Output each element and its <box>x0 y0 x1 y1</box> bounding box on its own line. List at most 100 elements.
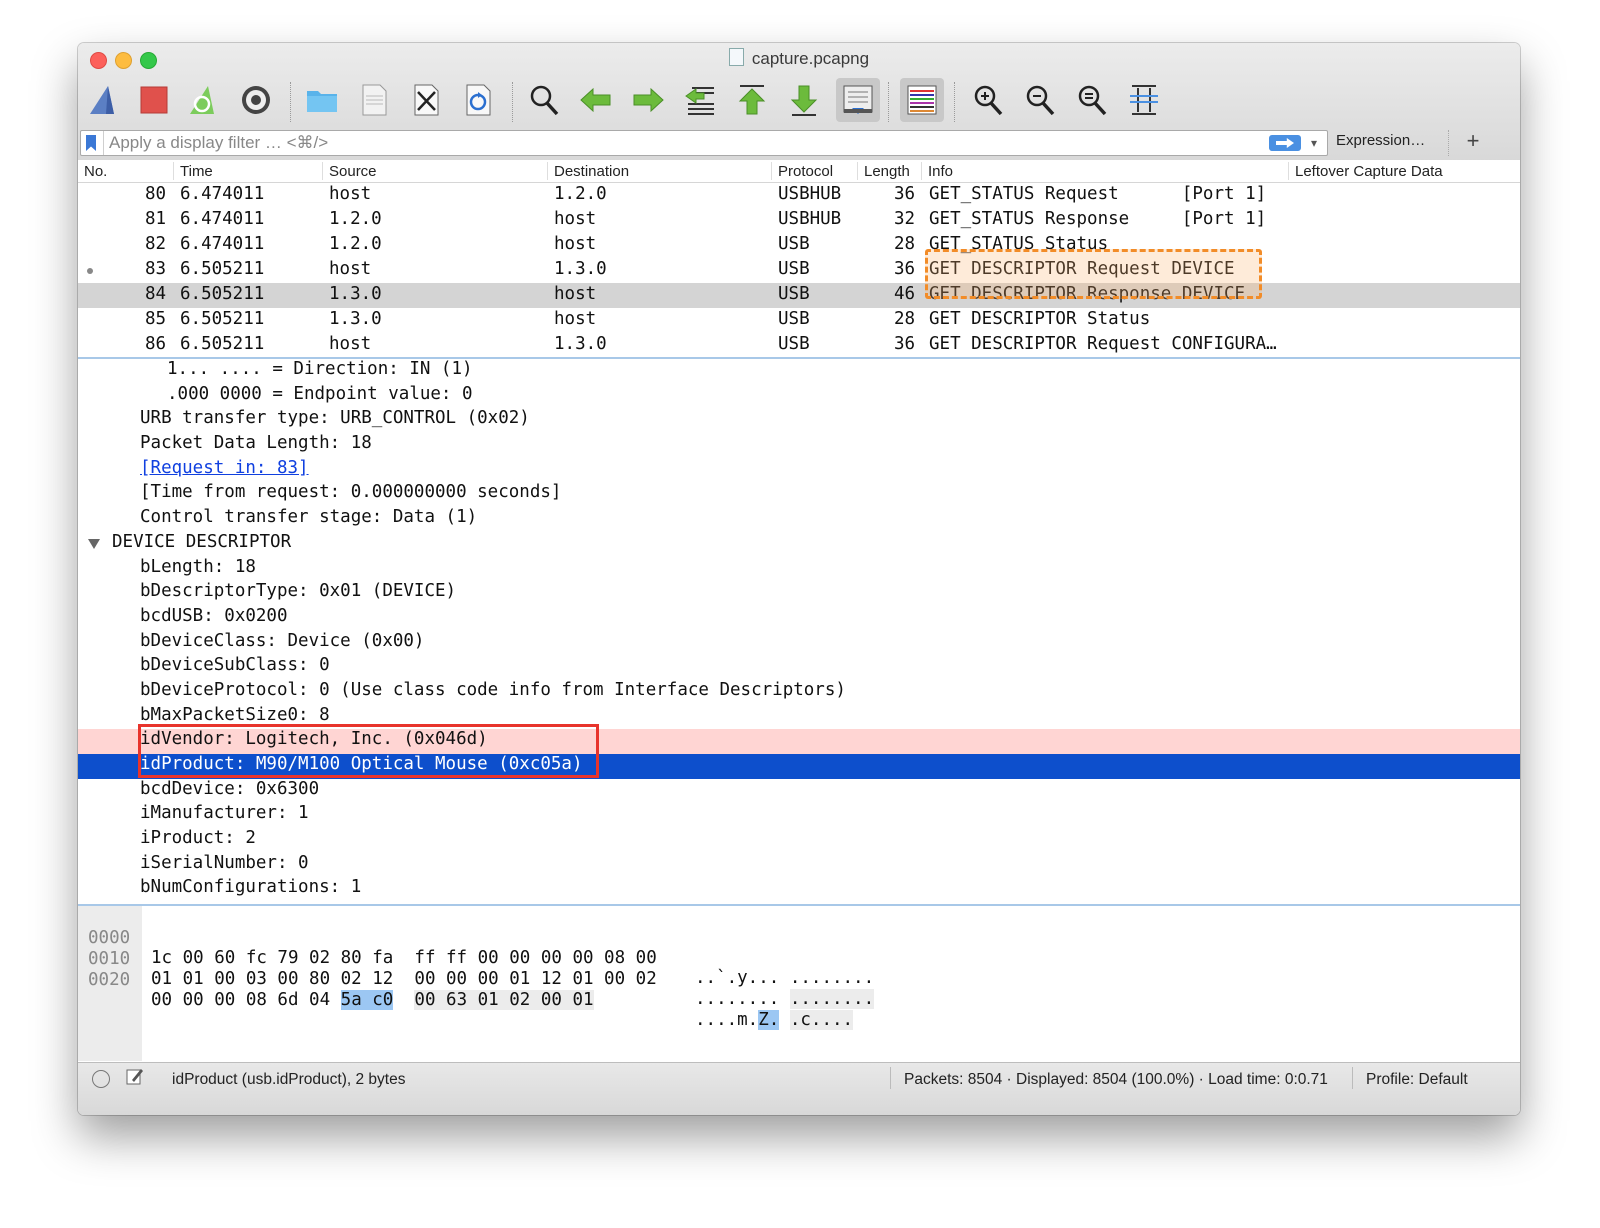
column-header-leftover[interactable]: Leftover Capture Data <box>1295 163 1443 180</box>
display-filter-input[interactable] <box>109 132 1209 154</box>
go-forward-button[interactable] <box>628 78 668 122</box>
packet-no: 86 <box>145 334 167 354</box>
save-file-button[interactable] <box>354 78 394 122</box>
packet-details-tree: 1... .... = Direction: IN (1) .000 0000 … <box>78 359 1520 906</box>
stop-capture-icon <box>140 86 168 114</box>
main-toolbar <box>78 78 1520 128</box>
hex-bytes: 00 00 00 08 6d 04 5a c0 00 63 01 02 00 0… <box>151 990 594 1010</box>
detail-line[interactable]: Control transfer stage: Data (1) <box>78 507 1520 532</box>
go-to-packet-button[interactable] <box>680 78 720 122</box>
bookmark-icon[interactable] <box>86 135 96 151</box>
packet-source: 1.2.0 <box>329 209 382 229</box>
apply-filter-arrow-icon[interactable] <box>1269 135 1301 151</box>
window-title: capture.pcapng <box>78 48 1520 69</box>
packet-row-selected[interactable]: 84 6.505211 1.3.0 host USB 46 GET DESCRI… <box>78 283 1520 308</box>
autoscroll-button[interactable] <box>836 78 880 122</box>
column-header-source[interactable]: Source <box>329 163 377 180</box>
expert-info-icon[interactable] <box>92 1070 110 1088</box>
zoom-out-button[interactable] <box>1020 78 1060 122</box>
zoom-reset-button[interactable] <box>1072 78 1112 122</box>
open-file-button[interactable] <box>302 78 342 122</box>
go-first-button[interactable] <box>732 78 772 122</box>
resize-columns-button[interactable] <box>1124 78 1164 122</box>
detail-line[interactable]: bcdDevice: 0x6300 <box>78 779 1520 804</box>
go-back-button[interactable] <box>576 78 616 122</box>
packet-no: 85 <box>145 309 167 329</box>
packet-protocol: USB <box>778 284 810 304</box>
device-descriptor-node[interactable]: DEVICE DESCRIPTOR <box>78 532 1520 557</box>
detail-line[interactable]: [Time from request: 0.000000000 seconds] <box>78 482 1520 507</box>
profile-selector[interactable]: Profile: Default <box>1366 1071 1468 1089</box>
packet-list: No. Time Source Destination Protocol Len… <box>78 160 1520 359</box>
detail-text: bLength: 18 <box>140 556 256 577</box>
hex-row[interactable]: 0010 01 01 00 03 00 80 02 12 00 00 00 01… <box>78 929 875 1009</box>
detail-line[interactable]: Packet Data Length: 18 <box>78 433 1520 458</box>
packet-row[interactable]: 82 6.474011 1.2.0 host USB 28 GET_STATUS… <box>78 233 1520 258</box>
stop-capture-button[interactable] <box>134 78 174 122</box>
column-header-info[interactable]: Info <box>928 163 953 180</box>
packet-length: 28 <box>894 234 916 254</box>
packet-time: 6.474011 <box>180 184 265 204</box>
reload-file-button[interactable] <box>458 78 498 122</box>
detail-line[interactable]: bcdUSB: 0x0200 <box>78 606 1520 631</box>
zoom-in-button[interactable] <box>968 78 1008 122</box>
detail-line[interactable]: bNumConfigurations: 1 <box>78 877 1520 902</box>
column-header-destination[interactable]: Destination <box>554 163 629 180</box>
packet-row[interactable]: 83 6.505211 host 1.3.0 USB 36 GET DESCRI… <box>78 258 1520 283</box>
hex-bytes-a: 01 01 00 03 00 80 02 12 <box>151 969 394 989</box>
packet-destination: 1.3.0 <box>554 334 607 354</box>
hex-bytes-a: 00 00 00 08 6d 04 <box>151 990 341 1010</box>
close-file-button[interactable] <box>406 78 446 122</box>
detail-line[interactable]: .000 0000 = Endpoint value: 0 <box>78 384 1520 409</box>
detail-line[interactable]: bDescriptorType: 0x01 (DEVICE) <box>78 581 1520 606</box>
hex-bytes-b: 00 63 01 02 00 01 <box>414 990 594 1010</box>
detail-line[interactable]: iSerialNumber: 0 <box>78 853 1520 878</box>
go-last-button[interactable] <box>784 78 824 122</box>
request-in-link[interactable]: [Request in: 83] <box>78 458 1520 483</box>
detail-line[interactable]: bDeviceSubClass: 0 <box>78 655 1520 680</box>
find-packet-button[interactable] <box>524 78 564 122</box>
hex-row[interactable]: 0000 1c 00 60 fc 79 02 80 fa ff ff 00 00… <box>78 908 874 988</box>
related-packet-dot <box>87 268 93 274</box>
detail-line[interactable]: iProduct: 2 <box>78 828 1520 853</box>
detail-line[interactable]: 1... .... = Direction: IN (1) <box>78 359 1520 384</box>
chevron-down-icon[interactable]: ▾ <box>1307 133 1321 153</box>
capture-comment-icon[interactable] <box>126 1067 144 1085</box>
packet-row[interactable]: 81 6.474011 1.2.0 host USBHUB 32 GET_STA… <box>78 208 1520 233</box>
hex-row[interactable]: 0020 00 00 00 08 6d 04 5a c0 00 63 01 02… <box>78 950 854 1030</box>
capture-options-button[interactable] <box>236 78 276 122</box>
ascii-highlighted: Z. <box>758 1010 780 1030</box>
packet-info: GET_STATUS Request [Port 1] <box>929 184 1267 204</box>
packet-row[interactable]: 80 6.474011 host 1.2.0 USBHUB 36 GET_STA… <box>78 183 1520 208</box>
packet-row[interactable]: 86 6.505211 host 1.3.0 USB 36 GET DESCRI… <box>78 333 1520 357</box>
hex-ascii: ........ ........ <box>695 989 875 1009</box>
packet-protocol: USBHUB <box>778 184 842 204</box>
add-filter-button[interactable]: + <box>1462 128 1484 154</box>
go-forward-icon <box>633 87 664 113</box>
column-header-protocol[interactable]: Protocol <box>778 163 833 180</box>
detail-line[interactable]: bLength: 18 <box>78 557 1520 582</box>
packet-length: 36 <box>894 184 916 204</box>
column-header-no[interactable]: No. <box>84 163 107 180</box>
expression-button[interactable]: Expression… <box>1336 132 1425 149</box>
disclosure-triangle-icon[interactable] <box>88 538 100 549</box>
detail-text: bcdDevice: 0x6300 <box>140 778 320 799</box>
detail-line[interactable]: iManufacturer: 1 <box>78 803 1520 828</box>
detail-line[interactable]: bDeviceProtocol: 0 (Use class code info … <box>78 680 1520 705</box>
column-header-length[interactable]: Length <box>864 163 910 180</box>
column-header-time[interactable]: Time <box>180 163 213 180</box>
detail-text: bMaxPacketSize0: 8 <box>140 704 330 725</box>
restart-capture-button[interactable] <box>184 78 224 122</box>
packet-row[interactable]: 85 6.505211 1.3.0 host USB 28 GET DESCRI… <box>78 308 1520 333</box>
start-capture-button[interactable] <box>84 78 124 122</box>
packet-no: 82 <box>145 234 167 254</box>
colorize-button[interactable] <box>900 78 944 122</box>
packet-no: 81 <box>145 209 167 229</box>
capture-options-icon <box>242 86 270 114</box>
detail-line[interactable]: URB transfer type: URB_CONTROL (0x02) <box>78 408 1520 433</box>
detail-text: Control transfer stage: Data (1) <box>140 507 478 528</box>
packet-no: 80 <box>145 184 167 204</box>
detail-text: iSerialNumber: 0 <box>140 852 309 873</box>
detail-text: Packet Data Length: 18 <box>140 433 372 454</box>
detail-line[interactable]: bDeviceClass: Device (0x00) <box>78 631 1520 656</box>
